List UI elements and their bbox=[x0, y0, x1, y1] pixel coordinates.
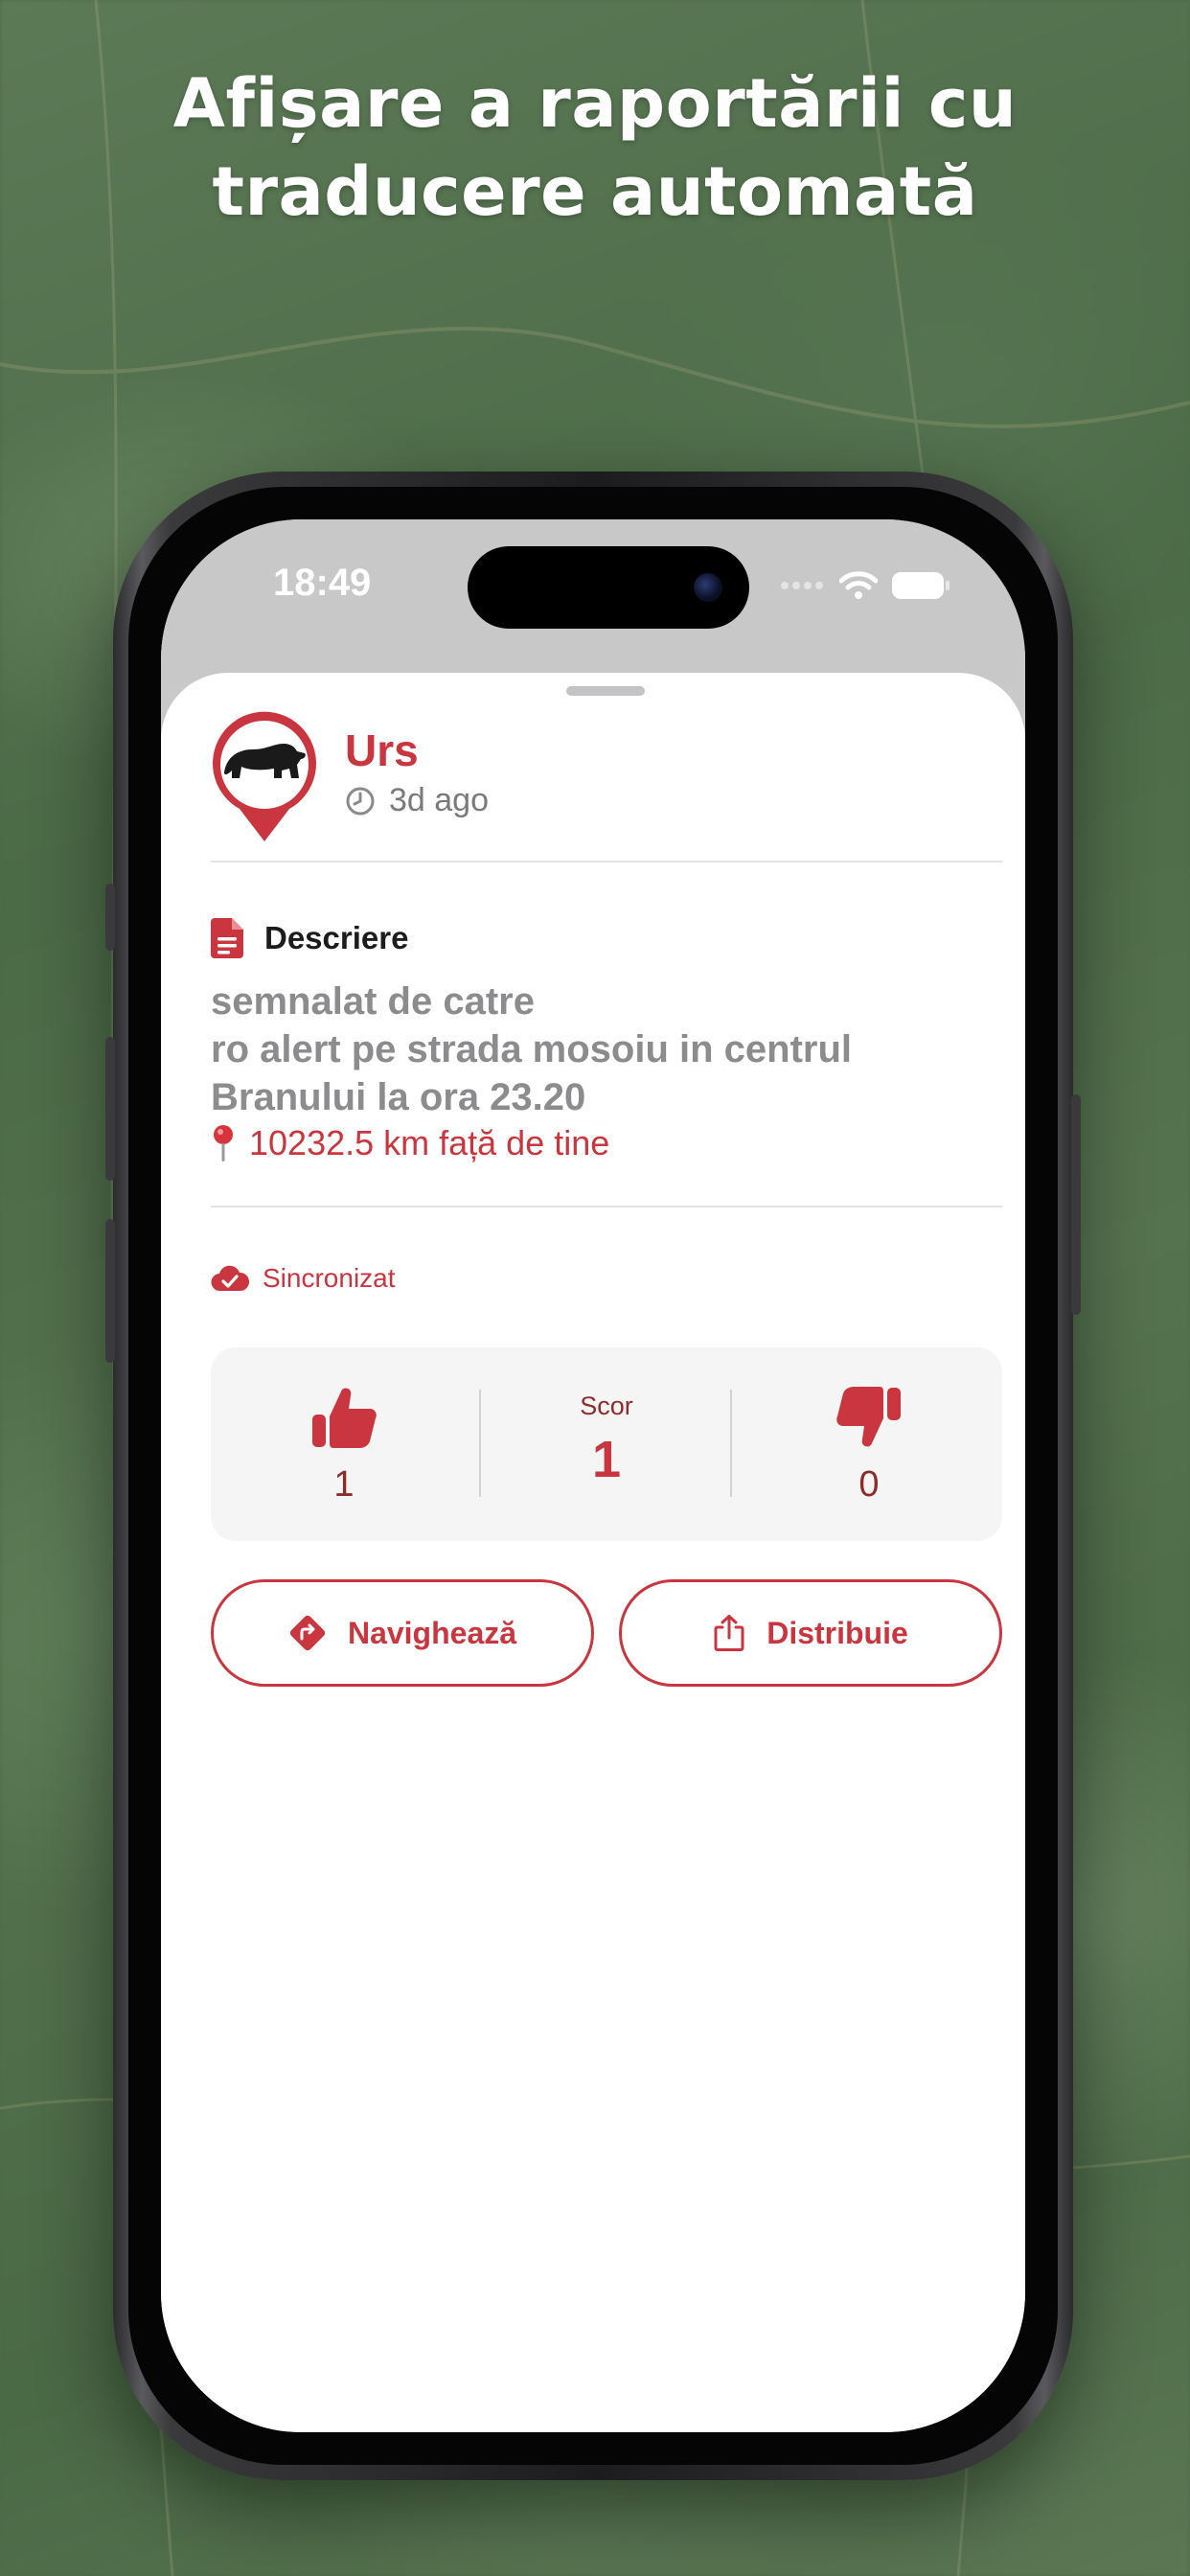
distance-text: 10232.5 km față de tine bbox=[249, 1123, 610, 1162]
score-label: Scor bbox=[580, 1392, 633, 1420]
upvote-count: 1 bbox=[333, 1464, 355, 1505]
status-icons bbox=[780, 571, 950, 600]
header-divider bbox=[211, 861, 1002, 862]
share-button[interactable]: Distribuie bbox=[619, 1579, 1002, 1687]
distance-row: 10232.5 km față de tine bbox=[211, 1123, 609, 1163]
phone-volume-up-button bbox=[105, 1037, 115, 1181]
score-value: 1 bbox=[591, 1431, 622, 1488]
score-display: Scor 1 bbox=[477, 1347, 736, 1541]
navigate-label: Navighează bbox=[347, 1615, 517, 1650]
phone-screen: 18:49 Urs 3d ago Descriere semnalat de c… bbox=[161, 519, 1025, 2432]
description-text: semnalat de catre ro alert pe strada mos… bbox=[211, 980, 853, 1118]
report-time: 3d ago bbox=[345, 782, 489, 819]
sheet-grabber[interactable] bbox=[566, 686, 645, 696]
phone-bezel: 18:49 Urs 3d ago Descriere semnalat de c… bbox=[128, 487, 1058, 2465]
battery-icon bbox=[892, 572, 950, 599]
report-title: Urs bbox=[345, 725, 419, 775]
description-label: Descriere bbox=[264, 920, 409, 955]
distance-divider bbox=[211, 1206, 1002, 1208]
wifi-icon bbox=[839, 571, 878, 599]
upvote-button[interactable]: 1 bbox=[215, 1347, 473, 1541]
navigate-button[interactable]: Navighează bbox=[211, 1579, 594, 1687]
thumbs-down-icon bbox=[836, 1387, 901, 1447]
sync-status: Sincronizat bbox=[211, 1263, 396, 1294]
phone-action-button bbox=[105, 884, 115, 951]
bear-pin-icon bbox=[213, 711, 316, 841]
vote-separator-right bbox=[730, 1390, 732, 1497]
report-sheet[interactable]: Urs 3d ago Descriere semnalat de catre r… bbox=[161, 673, 1025, 2432]
clock-icon bbox=[346, 787, 375, 815]
phone-frame: 18:49 Urs 3d ago Descriere semnalat de c… bbox=[105, 472, 1081, 2480]
front-camera bbox=[694, 573, 722, 602]
headline-line-1: Afișare a raportării cu bbox=[172, 64, 1018, 143]
downvote-count: 0 bbox=[858, 1464, 880, 1505]
phone-power-button bbox=[1071, 1094, 1081, 1315]
dynamic-island bbox=[468, 546, 749, 629]
vote-card: 1 Scor 1 0 bbox=[211, 1347, 1002, 1541]
time-ago-text: 3d ago bbox=[389, 782, 489, 818]
sync-status-text: Sincronizat bbox=[263, 1263, 396, 1293]
signal-dots-icon bbox=[781, 582, 823, 589]
status-time: 18:49 bbox=[273, 562, 372, 604]
status-bar: 18:49 bbox=[161, 519, 1025, 682]
phone-volume-down-button bbox=[105, 1219, 115, 1363]
directions-icon bbox=[289, 1615, 326, 1651]
headline-line-2: traducere automată bbox=[212, 152, 978, 231]
share-label: Distribuie bbox=[767, 1615, 908, 1650]
downvote-button[interactable]: 0 bbox=[740, 1347, 998, 1541]
thumbs-up-icon bbox=[312, 1388, 377, 1448]
document-icon bbox=[211, 918, 243, 958]
headline: Afișare a raportării cu traducere automa… bbox=[0, 59, 1190, 236]
report-header: Urs 3d ago bbox=[211, 711, 1002, 845]
map-pin-icon bbox=[214, 1125, 233, 1162]
cloud-check-icon bbox=[211, 1265, 249, 1292]
share-icon bbox=[714, 1615, 744, 1651]
description-header: Descriere bbox=[211, 918, 408, 958]
